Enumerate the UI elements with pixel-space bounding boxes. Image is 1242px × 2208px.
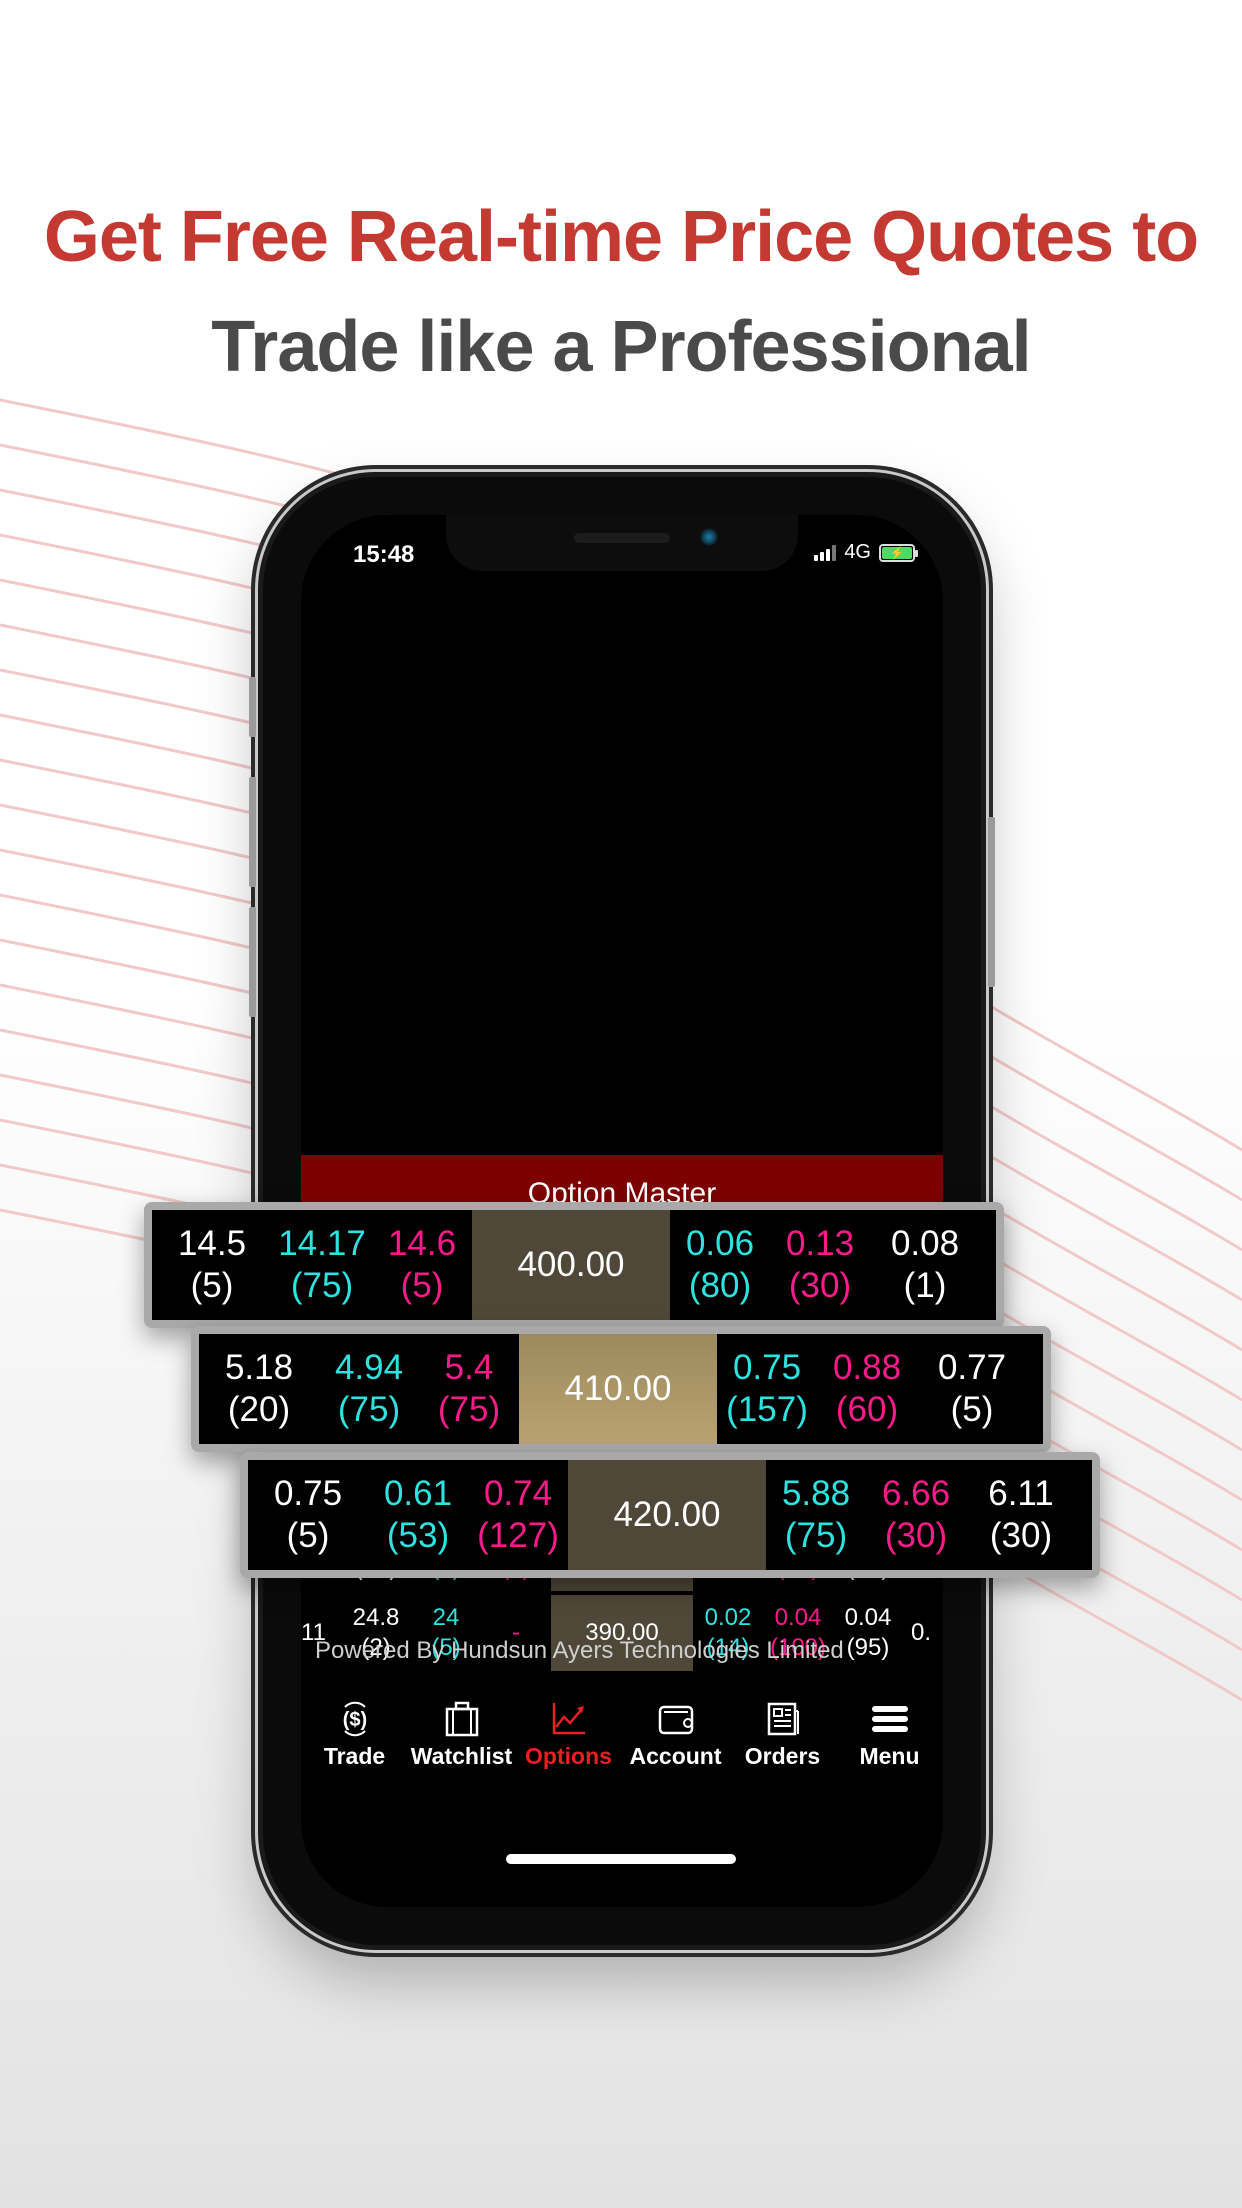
- call-bid: 4.94 (75): [334, 1348, 404, 1429]
- newspaper-icon: [763, 1695, 803, 1743]
- signal-icon: [814, 544, 837, 561]
- bottom-tab-bar: ($) Trade Watchlist Options Account Orde…: [301, 1695, 943, 1785]
- wallet-icon: [656, 1695, 696, 1743]
- battery-charging-icon: ⚡: [879, 543, 918, 562]
- call-ask: 14.6 (5): [387, 1224, 457, 1305]
- put-bid: 5.88 (75): [781, 1474, 851, 1555]
- headline-line-1: Get Free Real-time Price Quotes to: [43, 197, 1199, 277]
- tab-options[interactable]: Options: [515, 1695, 622, 1785]
- status-time: 15:48: [353, 541, 415, 568]
- put-bid: 0.06 (80): [685, 1224, 755, 1305]
- tab-trade[interactable]: ($) Trade: [301, 1695, 408, 1785]
- highlighted-row-420[interactable]: 0.75 (5) 0.61 (53) 0.74 (127) 420.00 5.88 (7…: [240, 1452, 1100, 1578]
- phone-side-button: [988, 817, 995, 987]
- svg-text:($): ($): [342, 1709, 366, 1731]
- tab-options-label: Options: [525, 1743, 612, 1769]
- highlighted-row-410[interactable]: 5.18 (20) 4.94 (75) 5.4 (75) 410.00 0.75 (15…: [191, 1326, 1051, 1452]
- powered-by-footer: Powered By Hundsun Ayers Technologies Li…: [315, 1637, 844, 1664]
- put-bid: 0.75 (157): [726, 1348, 808, 1429]
- strike-price: 420.00: [568, 1460, 766, 1570]
- network-type: 4G: [844, 541, 871, 563]
- status-indicators: 4G ⚡: [814, 541, 918, 564]
- phone-volume-down: [249, 907, 256, 1017]
- speaker-grille: [574, 533, 670, 543]
- tab-account-label: Account: [629, 1743, 722, 1769]
- home-indicator[interactable]: [506, 1854, 736, 1864]
- tab-menu-label: Menu: [859, 1743, 920, 1769]
- chart-line-icon: [549, 1695, 589, 1743]
- tab-watchlist-label: Watchlist: [410, 1743, 513, 1769]
- phone-volume-up: [249, 777, 256, 887]
- tab-orders-label: Orders: [744, 1743, 821, 1769]
- call-bid: 14.17 (75): [278, 1224, 366, 1305]
- tab-watchlist[interactable]: Watchlist: [408, 1695, 515, 1785]
- headline-line-2: Trade like a Professional: [211, 307, 1031, 387]
- notch: [446, 515, 798, 571]
- highlighted-row-400[interactable]: 14.5 (5) 14.17 (75) 14.6 (5) 400.00 0.06 (80…: [144, 1202, 1004, 1328]
- put-ask: 6.66 (30): [881, 1474, 951, 1555]
- tab-menu[interactable]: Menu: [836, 1695, 943, 1785]
- briefcase-icon: [442, 1695, 482, 1743]
- put-last: 0.77 (5): [937, 1348, 1007, 1429]
- put-last: 0.08 (1): [890, 1224, 960, 1305]
- put-last: 6.11 (30): [988, 1474, 1054, 1555]
- front-camera-icon: [700, 528, 718, 546]
- put-ask: 0.88 (60): [832, 1348, 902, 1429]
- dollar-exchange-icon: ($): [335, 1695, 375, 1743]
- call-ask: 0.74 (127): [477, 1474, 559, 1555]
- put-prev: 0.: [911, 1619, 932, 1646]
- phone-silent-switch: [249, 677, 256, 737]
- call-last: 5.18 (20): [224, 1348, 294, 1429]
- strike-price: 410.00: [519, 1334, 717, 1444]
- strike-price: 400.00: [472, 1210, 670, 1320]
- call-last: 14.5 (5): [177, 1224, 247, 1305]
- call-ask: 5.4 (75): [437, 1348, 501, 1429]
- call-bid: 0.61 (53): [383, 1474, 453, 1555]
- hamburger-menu-icon: [870, 1695, 910, 1743]
- put-ask: 0.13 (30): [785, 1224, 855, 1305]
- call-last: 0.75 (5): [273, 1474, 343, 1555]
- tab-trade-label: Trade: [323, 1743, 386, 1769]
- tab-orders[interactable]: Orders: [729, 1695, 836, 1785]
- tab-account[interactable]: Account: [622, 1695, 729, 1785]
